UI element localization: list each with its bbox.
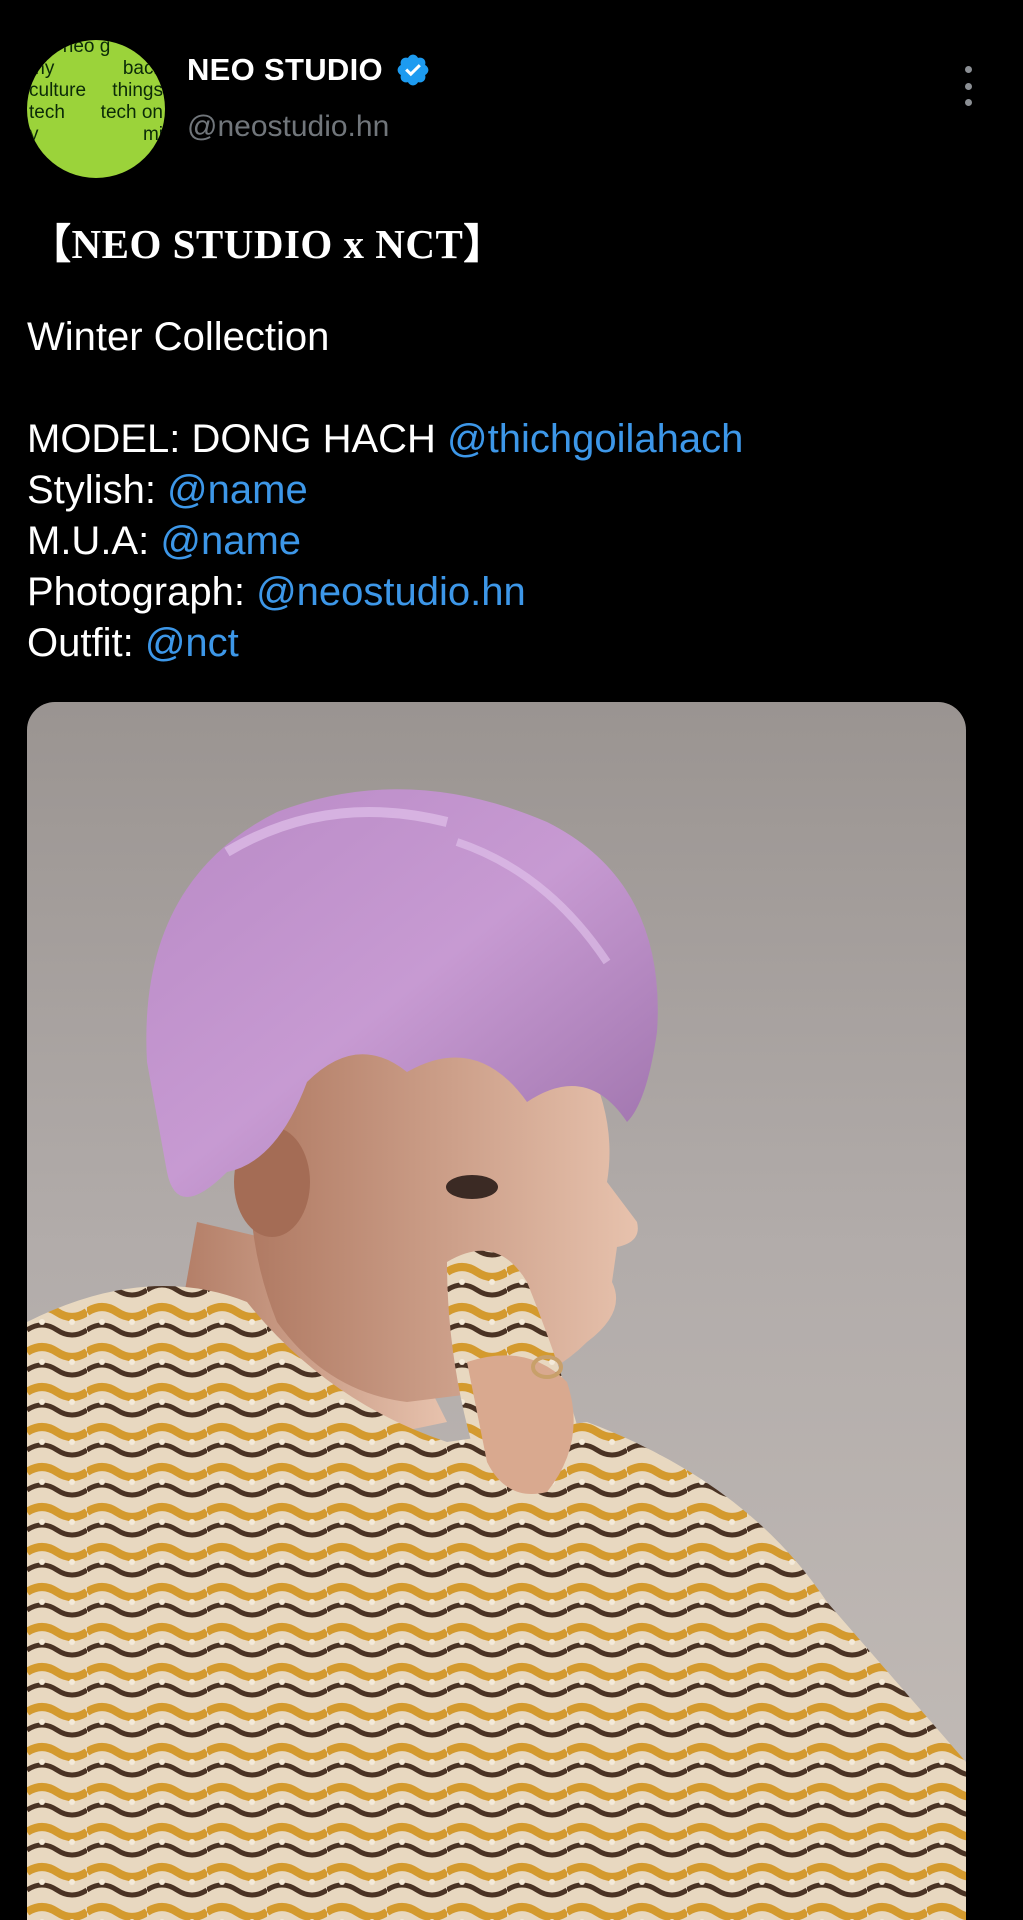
- credit-label: Outfit:: [27, 621, 145, 665]
- avatar-text-line: culture things: [27, 80, 165, 102]
- credit-label: M.U.A:: [27, 519, 161, 563]
- avatar-text-line: tech tech on: [27, 102, 165, 124]
- avatar-text: back: [122, 58, 163, 79]
- portrait-illustration: [27, 789, 966, 1920]
- credit-model: MODEL: DONG HACH @thichgoilahach: [27, 414, 743, 465]
- credit-photograph: Photograph: @neostudio.hn: [27, 567, 743, 618]
- mention-link[interactable]: @neostudio.hn: [256, 570, 526, 614]
- tweet-title: 【NEO STUDIO x NCT】: [30, 221, 505, 267]
- more-vertical-icon[interactable]: [954, 66, 982, 106]
- avatar-text-line: y mi: [27, 124, 165, 146]
- mention-link[interactable]: @nct: [145, 621, 239, 665]
- avatar-text: things: [112, 80, 163, 101]
- credit-outfit: Outfit: @nct: [27, 618, 743, 669]
- credit-mua: M.U.A: @name: [27, 516, 743, 567]
- mention-link[interactable]: @thichgoilahach: [447, 417, 743, 461]
- avatar-text: mi: [142, 124, 163, 145]
- avatar-text: y: [29, 124, 39, 145]
- verified-badge-icon: [397, 54, 429, 86]
- tweet-body: Winter Collection MODEL: DONG HACH @thic…: [27, 312, 743, 669]
- credit-label: Photograph:: [27, 570, 257, 614]
- credit-label: Stylish:: [27, 468, 168, 512]
- author-name-row[interactable]: NEO STUDIO: [187, 52, 431, 88]
- credit-label: MODEL: DONG HACH: [27, 417, 448, 461]
- credit-stylish: Stylish: @name: [27, 465, 743, 516]
- more-dot: [964, 82, 972, 90]
- mention-link[interactable]: @name: [167, 468, 308, 512]
- avatar-text: tech: [29, 102, 65, 123]
- avatar-text: n-n-neo g: [29, 40, 111, 57]
- tweet-photo[interactable]: [27, 702, 966, 1920]
- avatar[interactable]: n-n-neo g my back culture things tech tech …: [27, 40, 165, 178]
- author-handle[interactable]: @neostudio.hn: [187, 110, 389, 144]
- more-dot: [964, 99, 972, 106]
- avatar-text: culture: [29, 80, 87, 101]
- more-dot: [964, 66, 972, 73]
- avatar-text: tech on: [100, 102, 163, 123]
- mention-link[interactable]: @name: [160, 519, 301, 563]
- avatar-text: my: [29, 58, 55, 79]
- avatar-text-line: my back: [27, 58, 165, 80]
- avatar-text-line: n-n-neo g: [27, 40, 165, 58]
- tweet-subtitle: Winter Collection: [27, 315, 330, 359]
- author-display-name[interactable]: NEO STUDIO: [187, 52, 383, 88]
